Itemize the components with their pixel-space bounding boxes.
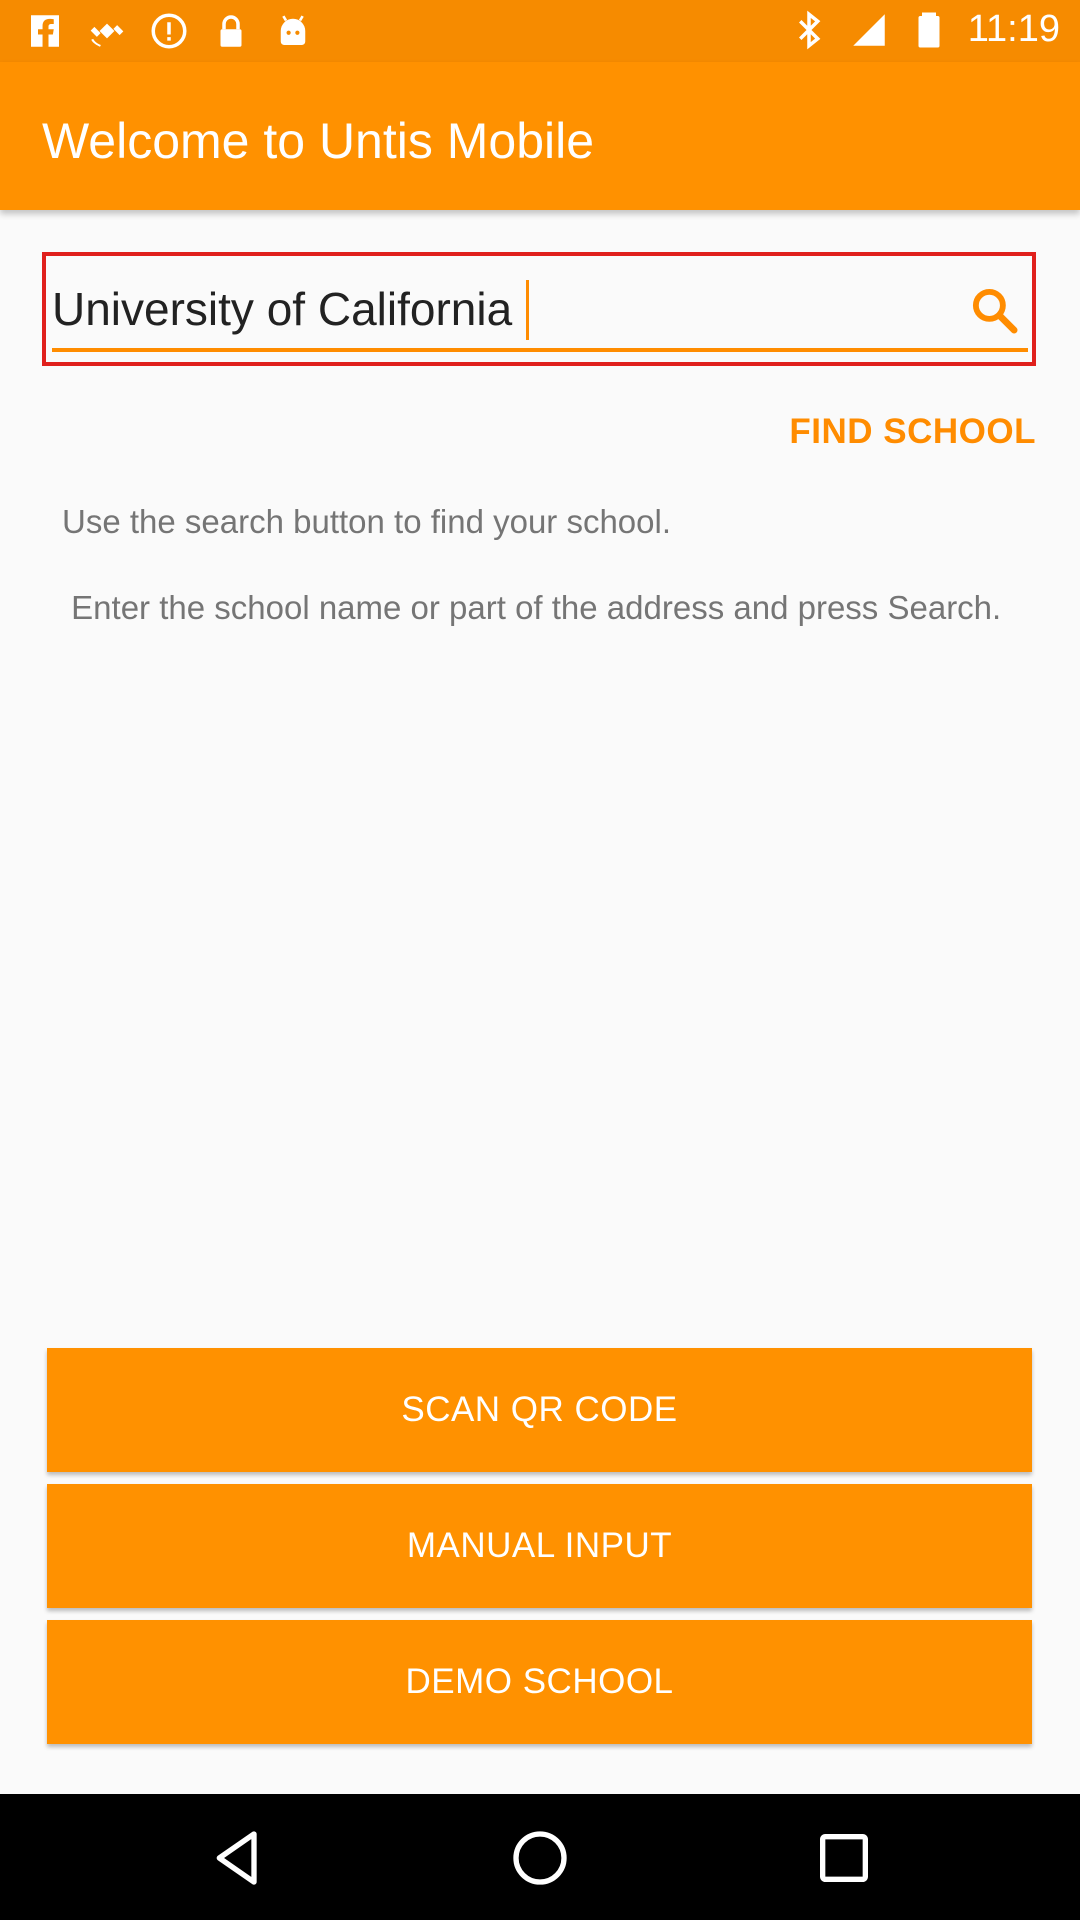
android-icon [280,15,306,45]
text-cursor [526,280,529,340]
system-status: 11:19 [788,8,1060,51]
home-icon[interactable] [508,1826,572,1890]
lock-icon [220,15,242,47]
demo-school-button[interactable]: DEMO SCHOOL [47,1620,1032,1744]
page-title: Welcome to Untis Mobile [42,113,595,169]
school-search-input[interactable] [52,276,972,342]
clock: 11:19 [967,8,1060,50]
search-underline [52,348,1028,352]
help-text-enter: Enter the school name or part of the add… [62,589,1002,626]
notification-icons [24,10,314,52]
facebook-icon [31,15,59,47]
bluetooth-icon [798,10,821,49]
battery-icon [918,12,940,47]
help-text-search: Use the search button to find your schoo… [62,503,672,540]
manual-input-button[interactable]: MANUAL INPUT [47,1484,1032,1608]
fake-gps-icon [90,23,124,47]
search-icon[interactable] [968,284,1022,338]
recents-icon[interactable] [812,1826,876,1890]
app-bar: Welcome to Untis Mobile [0,62,1080,210]
signal-icon [852,13,885,46]
scan-qr-code-button[interactable]: SCAN QR CODE [47,1348,1032,1472]
system-nav-bar [0,1794,1080,1920]
status-bar: 11:19 [0,0,1080,62]
find-school-button[interactable]: FIND SCHOOL [789,412,1036,452]
alert-icon [151,13,187,49]
back-icon[interactable] [206,1826,270,1890]
